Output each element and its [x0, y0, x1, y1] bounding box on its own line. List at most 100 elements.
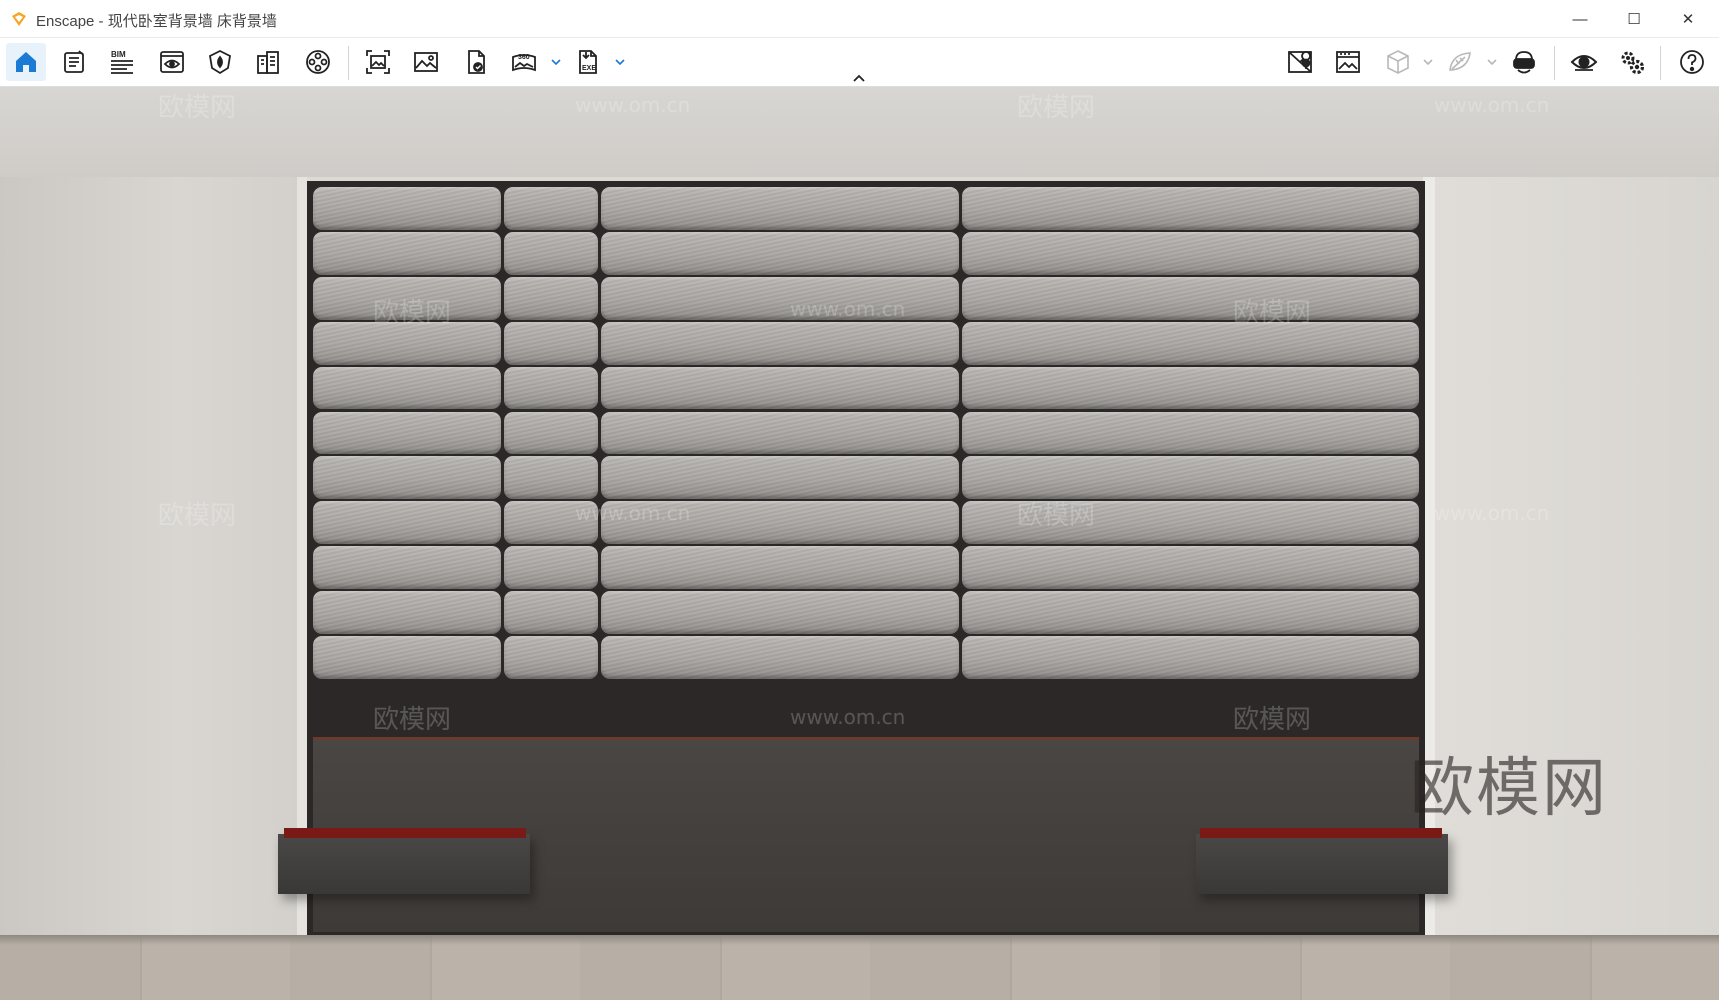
- map-button[interactable]: [1280, 43, 1320, 81]
- window-title: Enscape - 现代卧室背景墙 床背景墙: [36, 13, 277, 30]
- render-viewport[interactable]: 欧模网 www.om.cn 欧模网 www.om.cn 欧模网 www.om.c…: [0, 87, 1719, 1000]
- image-grid-icon: [1336, 51, 1360, 73]
- visual-settings-button[interactable]: [1564, 43, 1604, 81]
- panorama-360-icon: 360: [512, 54, 536, 72]
- export-dropdown-icon[interactable]: [614, 56, 626, 68]
- leaf-icon: [1449, 52, 1471, 71]
- enscape-logo-icon: [12, 12, 26, 26]
- home-button[interactable]: [6, 43, 46, 81]
- upholstered-cushion: [601, 456, 959, 500]
- panorama-label: 360: [518, 54, 530, 61]
- right-nightstand-top: [1200, 828, 1442, 838]
- upholstered-cushion: [962, 591, 1419, 634]
- toolbar-separator-right: [1554, 46, 1555, 80]
- upholstered-cushion: [601, 411, 959, 455]
- cube-dropdown-icon[interactable]: [1422, 56, 1434, 68]
- help-button[interactable]: [1672, 43, 1712, 81]
- image-icon: [414, 52, 438, 72]
- watermark-url: www.om.cn: [1434, 93, 1550, 117]
- panorama-dropdown-icon[interactable]: [550, 56, 562, 68]
- film-reel-icon: [306, 50, 330, 74]
- upholstered-cushion: [313, 591, 501, 634]
- left-wall: [0, 177, 300, 947]
- watermark-url: www.om.cn: [790, 297, 906, 321]
- maximize-button[interactable]: ☐: [1606, 0, 1662, 38]
- upholstered-cushion: [962, 411, 1419, 455]
- watermark-text: 欧模网: [1017, 501, 1096, 531]
- floor-shadow: [0, 935, 1719, 945]
- toolbar-separator-help: [1660, 46, 1661, 80]
- watermark-url: www.om.cn: [575, 93, 691, 117]
- upholstered-cushion: [504, 187, 598, 230]
- watermark-url: www.om.cn: [790, 705, 906, 729]
- upholstered-cushion: [504, 366, 598, 410]
- watermark-url: www.om.cn: [575, 501, 691, 525]
- help-circle-icon: [1680, 50, 1704, 74]
- settings-button[interactable]: [1612, 43, 1652, 81]
- upholstered-cushion: [962, 546, 1419, 590]
- watermark-text: 欧模网: [158, 93, 237, 123]
- upholstered-cushion: [313, 187, 501, 230]
- watermark-url: www.om.cn: [1434, 501, 1550, 525]
- map-pin-icon: [1288, 51, 1312, 73]
- upholstered-cushion: [504, 591, 598, 634]
- upholstered-cushion: [601, 591, 959, 634]
- asset-library-button[interactable]: [248, 43, 288, 81]
- watermark-text: 欧模网: [1233, 298, 1312, 328]
- bim-label: BIM: [111, 50, 126, 59]
- watermark-text: 欧模网: [158, 501, 237, 531]
- render-image-button[interactable]: [406, 43, 446, 81]
- leaf-dropdown-icon[interactable]: [1486, 56, 1498, 68]
- brand-watermark: 欧模网: [1410, 752, 1608, 826]
- views-button[interactable]: [152, 43, 192, 81]
- watermark-text: 欧模网: [373, 298, 452, 328]
- collapse-toolbar-icon[interactable]: [851, 72, 867, 84]
- bim-button[interactable]: BIM: [102, 43, 142, 81]
- upholstered-cushion: [504, 546, 598, 590]
- title-bar: Enscape - 现代卧室背景墙 床背景墙 — ☐ ✕: [0, 0, 1719, 38]
- panorama-button[interactable]: 360: [504, 43, 544, 81]
- materials-button[interactable]: [200, 43, 240, 81]
- left-floating-nightstand: [278, 834, 530, 894]
- leaf-tool-button[interactable]: [1440, 43, 1480, 81]
- left-nightstand-top: [284, 828, 526, 838]
- file-check-icon: [468, 50, 485, 74]
- document-list-icon: [64, 50, 84, 73]
- upholstered-cushion: [962, 187, 1419, 230]
- export-exe-button[interactable]: EXE: [568, 43, 608, 81]
- upholstered-cushion: [962, 366, 1419, 410]
- watermark-text: 欧模网: [1017, 93, 1096, 123]
- bim-icon: BIM: [111, 50, 133, 74]
- upholstered-cushion: [601, 546, 959, 590]
- toolbar-separator: [348, 46, 349, 80]
- upholstered-cushion: [313, 231, 501, 275]
- upholstered-cushion: [962, 231, 1419, 275]
- batch-render-button[interactable]: [1328, 43, 1368, 81]
- eye-window-icon: [160, 51, 184, 73]
- right-wall: [1433, 177, 1719, 947]
- close-button[interactable]: ✕: [1660, 0, 1716, 38]
- watermark-text: 欧模网: [1233, 705, 1312, 735]
- project-info-button[interactable]: [54, 43, 94, 81]
- home-icon: [16, 52, 36, 72]
- upholstered-cushion: [504, 276, 598, 320]
- upholstered-cushion: [313, 366, 501, 410]
- upholstered-cushion: [504, 636, 598, 679]
- upholstered-cushion: [601, 321, 959, 365]
- minimize-button[interactable]: —: [1552, 0, 1608, 38]
- upholstered-cushion: [601, 366, 959, 410]
- vr-headset-button[interactable]: [1504, 43, 1544, 81]
- upholstered-cushion: [313, 546, 501, 590]
- screenshot-button[interactable]: [358, 43, 398, 81]
- upholstered-cushion: [962, 276, 1419, 320]
- upholstered-panel-grid: [313, 187, 1419, 681]
- upholstered-cushion: [962, 636, 1419, 679]
- upholstered-cushion: [313, 456, 501, 500]
- cube-view-button[interactable]: [1378, 43, 1418, 81]
- upholstered-cushion: [601, 636, 959, 679]
- video-editor-button[interactable]: [298, 43, 338, 81]
- export-file-button[interactable]: [456, 43, 496, 81]
- minimize-icon: —: [1572, 10, 1588, 28]
- building-icon: [257, 51, 279, 74]
- upholstered-cushion: [313, 636, 501, 679]
